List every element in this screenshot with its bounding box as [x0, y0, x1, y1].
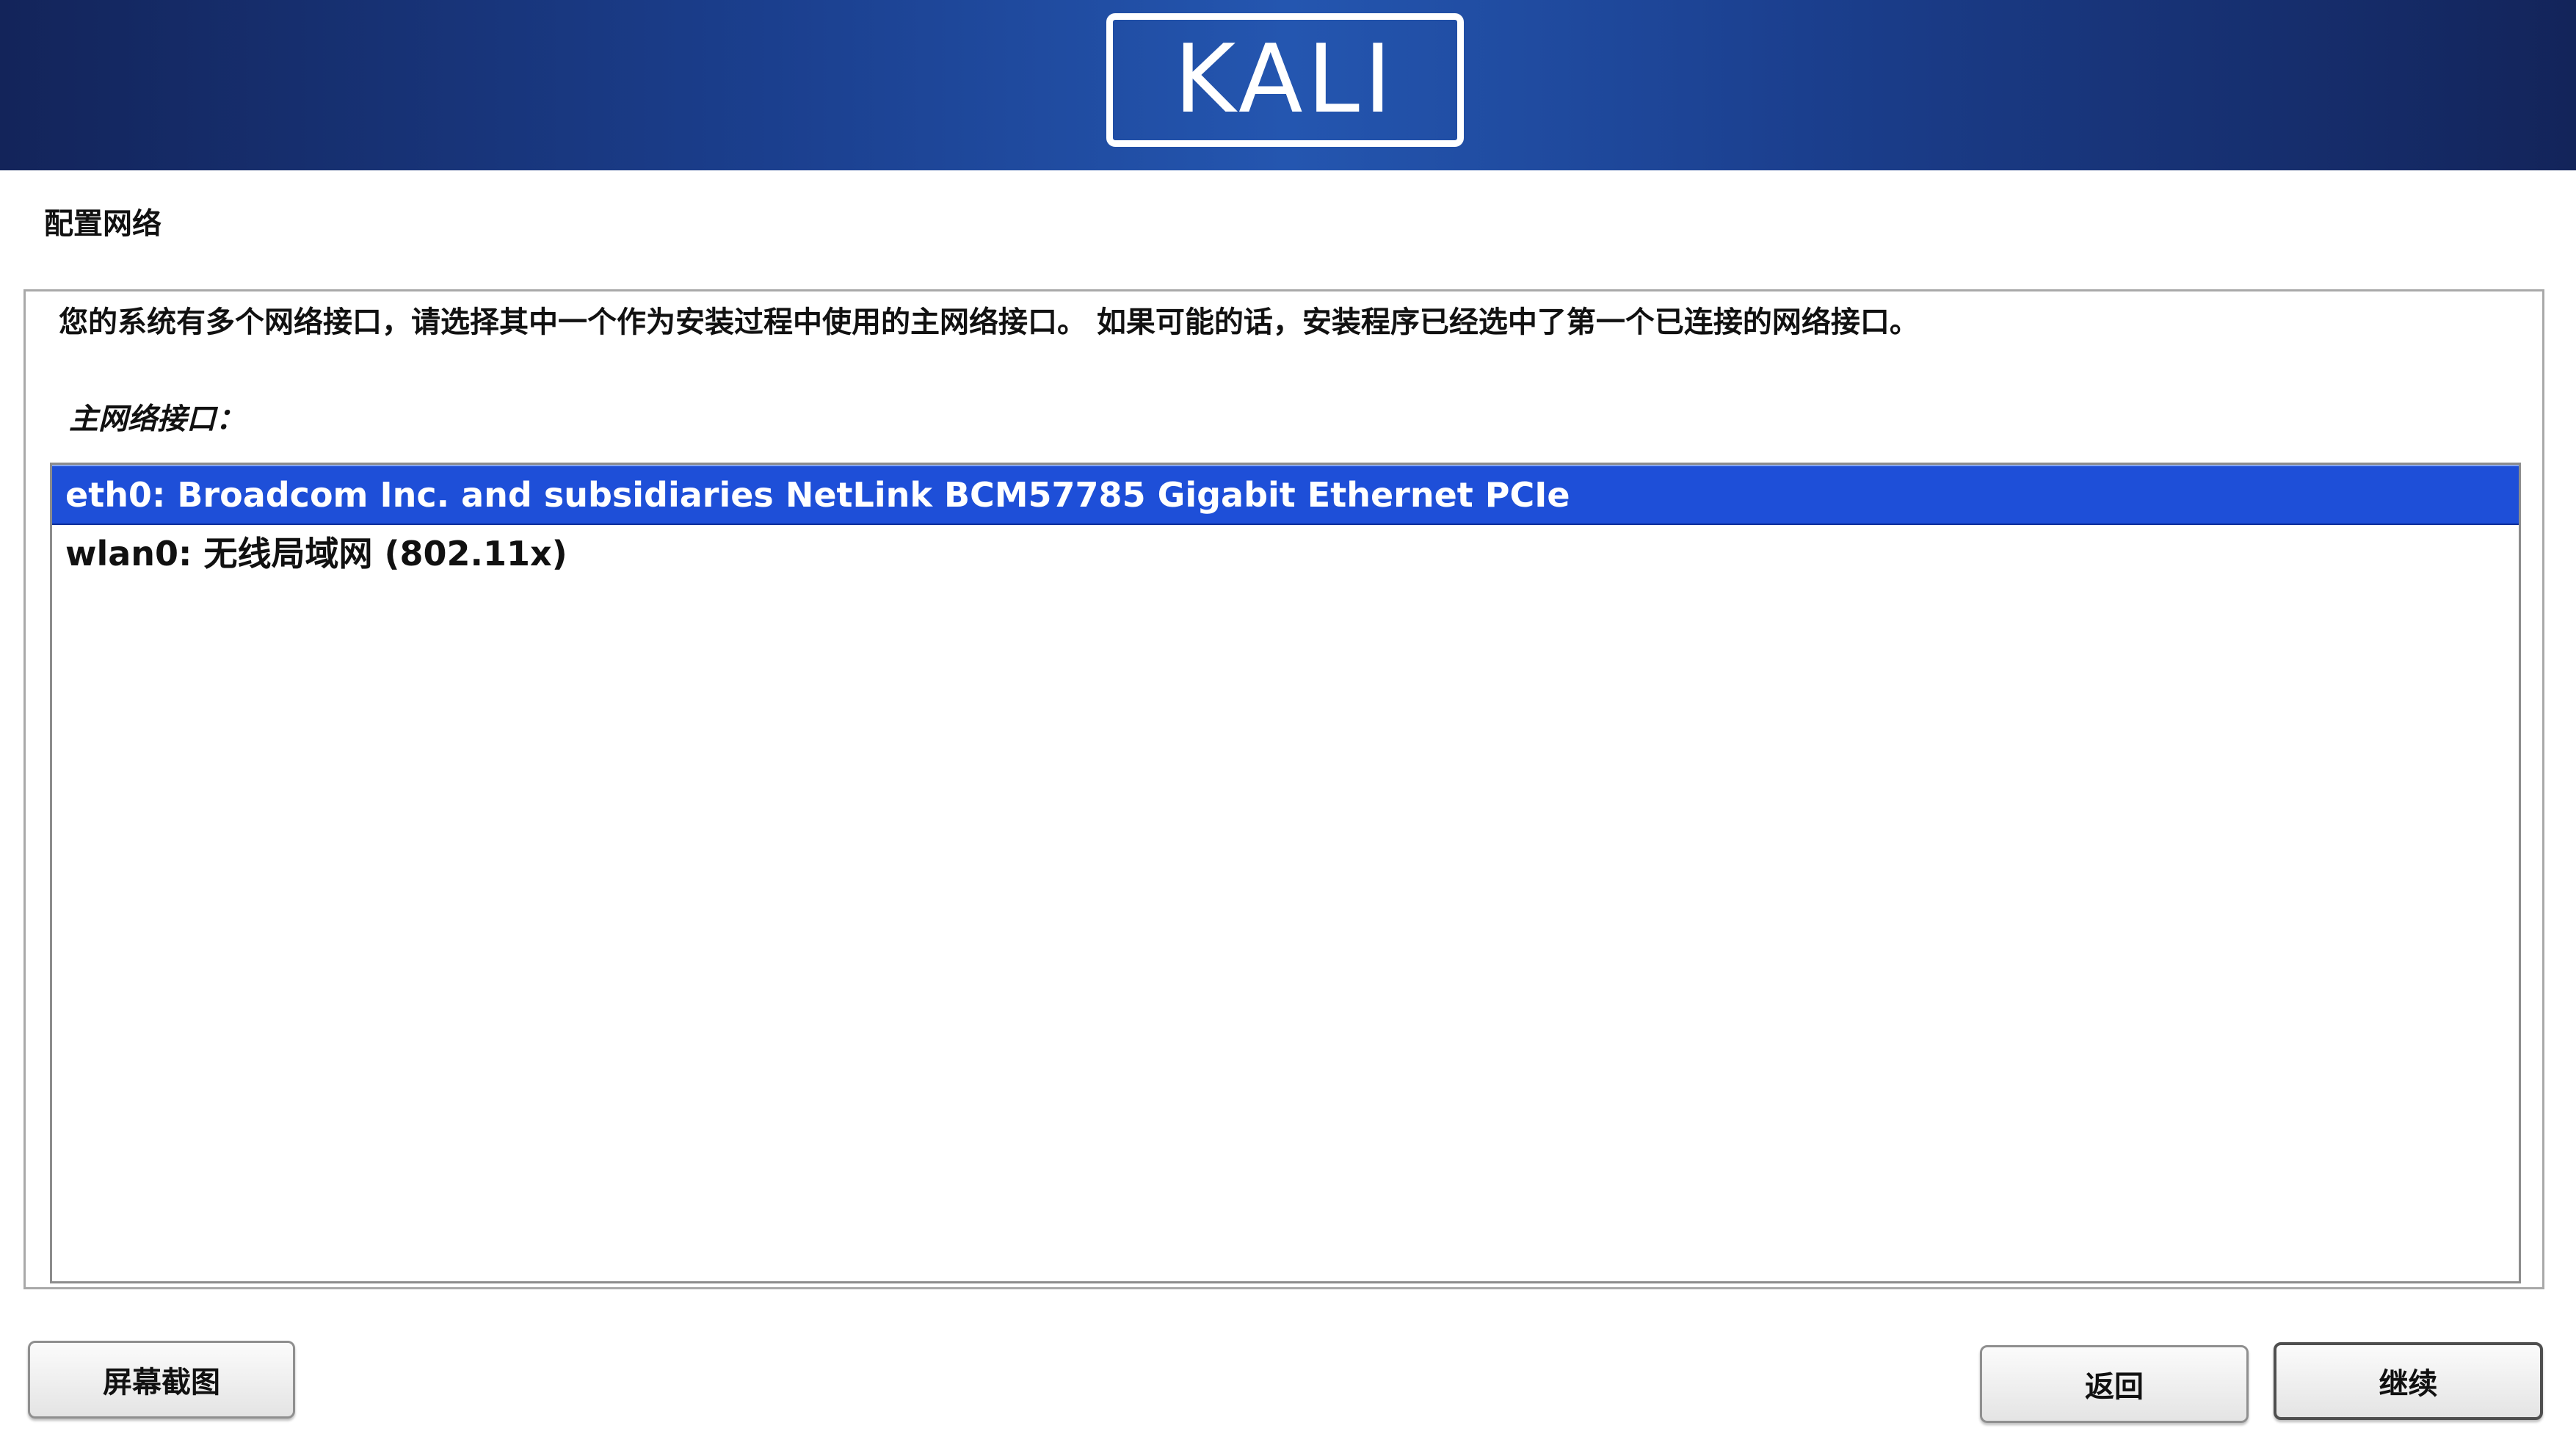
header-banner: KALI — [0, 0, 2576, 170]
page-title: 配置网络 — [44, 207, 162, 241]
description-text: 您的系统有多个网络接口，请选择其中一个作为安装过程中使用的主网络接口。 如果可能… — [59, 305, 1919, 339]
logo-text: KALI — [1174, 25, 1396, 134]
interface-list-label: 主网络接口： — [69, 402, 245, 436]
interface-listbox[interactable]: eth0: Broadcom Inc. and subsidiaries Net… — [50, 463, 2521, 1283]
back-button[interactable]: 返回 — [1980, 1345, 2249, 1423]
list-item-wlan0[interactable]: wlan0: 无线局域网 (802.11x) — [52, 525, 2519, 582]
kali-logo: KALI — [1106, 13, 1464, 147]
installer-screen: KALI 配置网络 您的系统有多个网络接口，请选择其中一个作为安装过程中使用的主… — [0, 0, 2576, 1456]
list-item-eth0[interactable]: eth0: Broadcom Inc. and subsidiaries Net… — [52, 465, 2519, 525]
continue-button[interactable]: 继续 — [2274, 1342, 2543, 1420]
screenshot-button[interactable]: 屏幕截图 — [28, 1341, 295, 1419]
